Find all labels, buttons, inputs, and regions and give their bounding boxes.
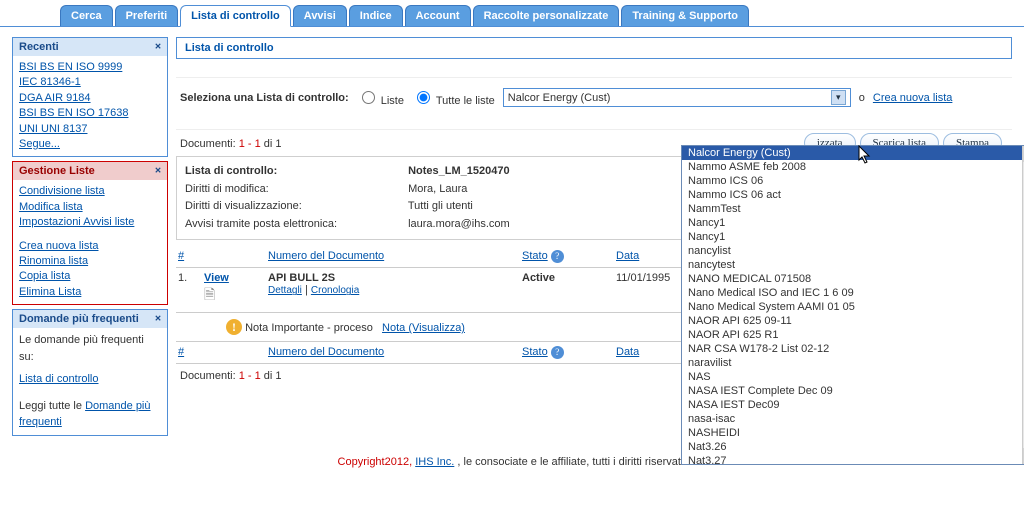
link-dettagli[interactable]: Dettagli [268,285,302,296]
or-label: o [859,92,865,104]
col-hash[interactable]: # [178,250,200,262]
panel-faq: Domande più frequenti ✕ Le domande più f… [12,309,168,436]
dropdown-item[interactable]: Nammo ICS 06 act [682,188,1024,202]
link-modifica-lista[interactable]: Modifica lista [19,200,161,215]
col-hash[interactable]: # [178,346,200,358]
document-icon: 🗎 [204,286,215,302]
tab-avvisi[interactable]: Avvisi [293,5,347,26]
col-stato[interactable]: Stato [522,250,548,262]
radio-tutte-le-liste[interactable]: Tutte le liste [412,88,495,107]
dropdown-item[interactable]: NAOR API 625 R1 [682,328,1024,342]
list-dropdown[interactable]: Nalcor Energy (Cust)Nammo ASME feb 2008N… [681,145,1024,465]
doc-code: API BULL 2S [268,272,335,284]
tab-indice[interactable]: Indice [349,5,403,26]
list-select[interactable]: Nalcor Energy (Cust) ▾ [503,88,851,107]
collapse-icon[interactable]: ✕ [155,165,161,177]
dropdown-item[interactable]: NASA IEST Complete Dec 09 [682,384,1024,398]
help-icon[interactable]: ? [551,250,564,263]
link-cronologia[interactable]: Cronologia [311,285,359,296]
panel-gestione-liste: Gestione Liste ✕ Condivisione lista Modi… [12,161,168,305]
recent-link[interactable]: BSI BS EN ISO 17638 [19,106,161,121]
doc-status: Active [522,272,592,284]
panel-title: Domande più frequenti [19,313,139,325]
col-docnum[interactable]: Numero del Documento [268,250,518,262]
dropdown-item[interactable]: NASHEIDI [682,426,1024,440]
warning-icon: ! [226,319,242,335]
dropdown-item[interactable]: NammTest [682,202,1024,216]
link-rinomina-lista[interactable]: Rinomina lista [19,254,161,269]
dropdown-item[interactable]: naravilist [682,356,1024,370]
dropdown-item[interactable]: Nat3.27 [682,454,1024,465]
dropdown-item[interactable]: Nano Medical System AAMI 01 05 [682,300,1024,314]
tab-lista-controllo[interactable]: Lista di controllo [180,5,291,27]
recent-link[interactable]: BSI BS EN ISO 9999 [19,60,161,75]
row-index: 1. [178,272,200,284]
select-label: Seleziona una Lista di controllo: [180,92,349,104]
tab-cerca[interactable]: Cerca [60,5,113,26]
recent-more[interactable]: Segue... [19,137,161,152]
dropdown-item[interactable]: NAR CSA W178-2 List 02-12 [682,342,1024,356]
faq-intro: Le domande più frequenti su: [19,334,144,363]
dropdown-item[interactable]: NAOR API 625 09-11 [682,314,1024,328]
dropdown-item[interactable]: NASA IEST Dec09 [682,398,1024,412]
dropdown-item[interactable]: NANO MEDICAL 071508 [682,272,1024,286]
dropdown-item[interactable]: Nat3.26 [682,440,1024,454]
dropdown-item[interactable]: nancylist [682,244,1024,258]
view-link[interactable]: View [204,272,229,284]
recent-link[interactable]: DGA AIR 9184 [19,91,161,106]
list-select-value: Nalcor Energy (Cust) [508,92,611,104]
page-title: Lista di controllo [176,37,1012,59]
link-nota-visualizza[interactable]: Nota (Visualizza) [382,322,465,334]
dropdown-item[interactable]: Nammo ICS 06 [682,174,1024,188]
col-stato[interactable]: Stato [522,346,548,358]
help-icon[interactable]: ? [551,346,564,359]
top-tabs: Cerca Preferiti Lista di controllo Avvis… [0,0,1024,27]
footer-company-link[interactable]: IHS Inc. [415,456,454,468]
dropdown-item[interactable]: Nano Medical ISO and IEC 1 6 09 [682,286,1024,300]
dropdown-item[interactable]: nasa-isac [682,412,1024,426]
link-crea-nuova-lista[interactable]: Crea nuova lista [19,239,161,254]
tab-raccolte[interactable]: Raccolte personalizzate [473,5,620,26]
tab-account[interactable]: Account [405,5,471,26]
link-impostazioni-avvisi[interactable]: Impostazioni Avvisi liste [19,215,161,230]
recent-link[interactable]: UNI UNI 8137 [19,122,161,137]
tab-training[interactable]: Training & Supporto [621,5,749,26]
link-crea-nuova-lista-inline[interactable]: Crea nuova lista [873,92,953,104]
panel-recenti: Recenti ✕ BSI BS EN ISO 9999 IEC 81346-1… [12,37,168,157]
dropdown-item[interactable]: NAS [682,370,1024,384]
radio-liste[interactable]: Liste [357,88,404,107]
collapse-icon[interactable]: ✕ [155,41,161,53]
faq-outro: Leggi tutte le [19,400,85,412]
link-condivisione[interactable]: Condivisione lista [19,184,161,199]
dropdown-item[interactable]: Nalcor Energy (Cust) [682,146,1024,160]
chevron-down-icon[interactable]: ▾ [831,90,846,105]
collapse-icon[interactable]: ✕ [155,313,161,325]
col-docnum[interactable]: Numero del Documento [268,346,518,358]
panel-title: Gestione Liste [19,165,95,177]
faq-link-main[interactable]: Lista di controllo [19,373,99,385]
panel-title: Recenti [19,41,59,53]
recent-link[interactable]: IEC 81346-1 [19,75,161,90]
dropdown-item[interactable]: Nammo ASME feb 2008 [682,160,1024,174]
link-copia-lista[interactable]: Copia lista [19,269,161,284]
tab-preferiti[interactable]: Preferiti [115,5,179,26]
dropdown-item[interactable]: Nancy1 [682,230,1024,244]
dropdown-item[interactable]: Nancy1 [682,216,1024,230]
link-elimina-lista[interactable]: Elimina Lista [19,285,161,300]
dropdown-item[interactable]: nancytest [682,258,1024,272]
